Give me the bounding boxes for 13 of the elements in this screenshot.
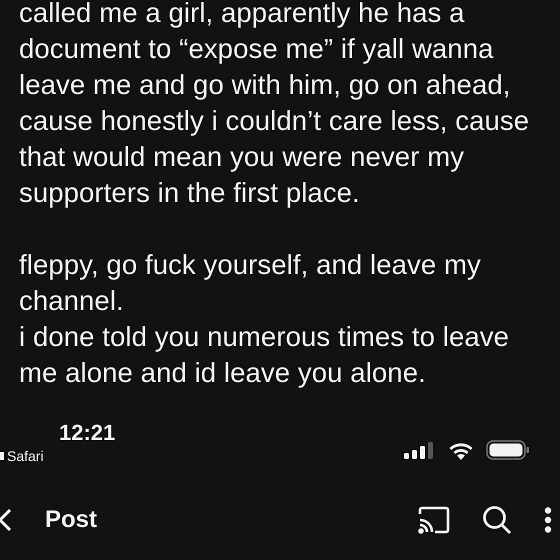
back-to-app-link[interactable]: Safari — [0, 447, 116, 465]
post-paragraph: i done told you numerous times to leave me alone and id leave you alone. — [19, 320, 510, 390]
signal-icon — [404, 441, 436, 459]
post-paragraph: called me a girl, apparently he has a document to “expose me” if yall wanna leave me and go with him, go on ahead, cause honestly i couldn’t care less, cause that would mean you were never my supporters in the first place. — [19, 0, 530, 210]
page-title: Post — [45, 506, 98, 534]
cast-button[interactable] — [418, 506, 450, 534]
status-time: 12:21 — [59, 419, 116, 447]
battery-icon — [486, 440, 530, 460]
wifi-icon — [448, 440, 474, 460]
more-options-button[interactable] — [544, 507, 552, 533]
post-paragraph: fleppy, go fuck yourself, and leave my channel. — [19, 248, 482, 318]
search-button[interactable] — [482, 505, 512, 535]
back-button[interactable] — [0, 509, 11, 531]
